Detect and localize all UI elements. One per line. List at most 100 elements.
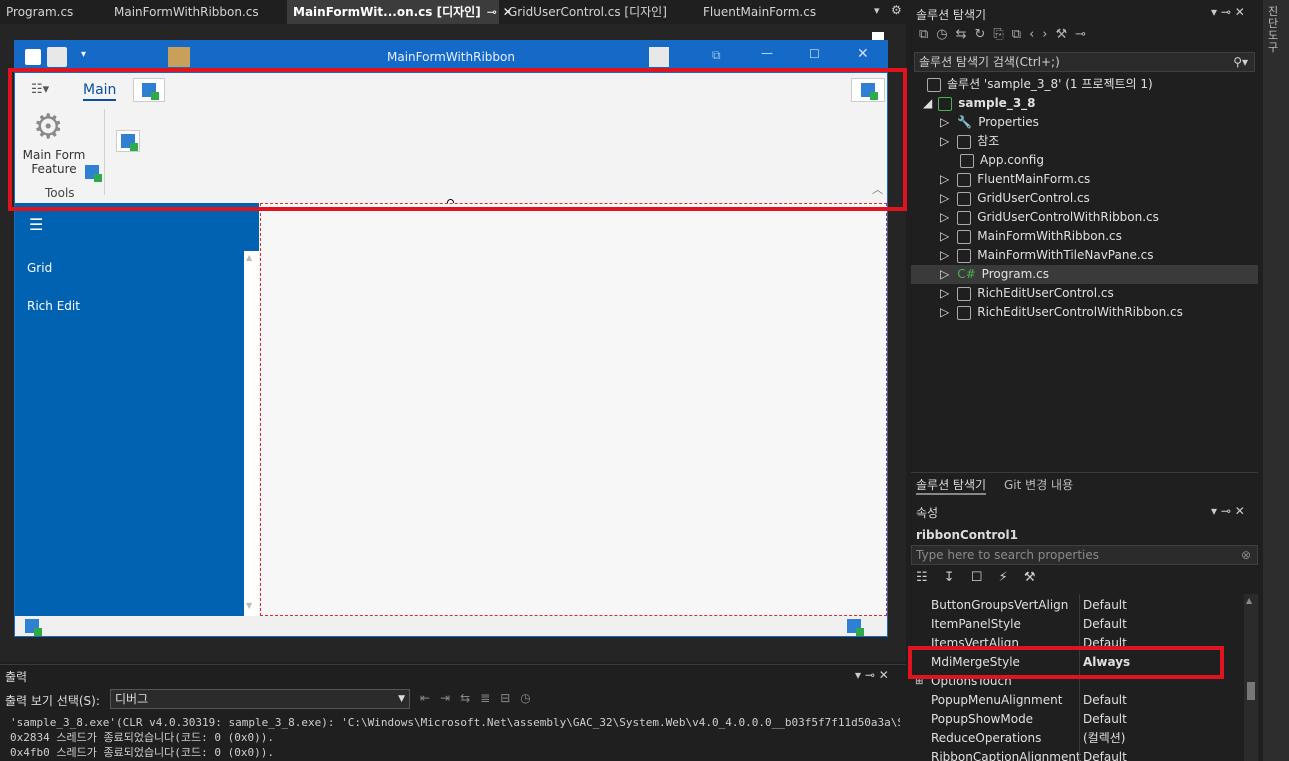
nav-item-rich-edit[interactable]: Rich Edit (27, 299, 80, 313)
expand-icon: ▷ (940, 305, 950, 319)
designer-surface: ▾ MainFormWithRibbon ⧉ — ☐ ✕ ☷▾ Main ⚙ M… (0, 24, 907, 662)
expand-icon: ▷ (940, 210, 950, 224)
properties-panel: 속성 ▾ ⊸ ✕ ribbonControl1 DevExpress.XtraB… (908, 500, 1258, 761)
restore-icon: ⧉ (712, 48, 721, 62)
tab-gridusercontrol-design[interactable]: GridUserControl.cs [디자인] (502, 0, 673, 24)
properties-title: 속성 (916, 506, 939, 520)
tree-item-gridusercontrol[interactable]: ▷ GridUserControl.cs (911, 189, 1258, 208)
settings-icon[interactable]: ⚙ (891, 3, 902, 17)
hamburger-icon[interactable]: ☰ (29, 215, 43, 234)
properties-object-select[interactable]: ribbonControl1 DevExpress.XtraBars.Ribbo… (916, 526, 1256, 560)
property-row[interactable]: PopupShowMode Default (911, 710, 1243, 729)
form-statusbar (15, 616, 887, 636)
tree-item-richeditusercontrolwithribbon[interactable]: ▷ RichEditUserControlWithRibbon.cs (911, 303, 1258, 322)
output-source-label: 출력 보기 선택(S): (5, 694, 100, 708)
expand-icon: ▷ (940, 115, 950, 129)
properties-toolbar[interactable]: ☷ ↧ ☐ ⚡ ⚒ (916, 570, 1042, 585)
property-row[interactable]: RibbonCaptionAlignment Default (911, 748, 1243, 761)
property-row[interactable]: ButtonGroupsVertAlign Default (911, 596, 1243, 615)
tree-item-properties[interactable]: ▷ 🔧 Properties (911, 113, 1258, 132)
property-row[interactable]: ItemPanelStyle Default (911, 615, 1243, 634)
tree-item-mainformwithtilenavpane[interactable]: ▷ MainFormWithTileNavPane.cs (911, 246, 1258, 265)
navigation-pane: ☰ Grid Rich Edit ▲ ▼ (15, 203, 259, 616)
content-container[interactable] (260, 203, 887, 616)
expanded-icon: ◢ (923, 96, 933, 110)
usercontrol-icon (957, 286, 972, 301)
usercontrol-icon (957, 191, 972, 206)
expand-icon: ▷ (940, 229, 950, 243)
scroll-thumb[interactable] (1247, 682, 1255, 700)
properties-search-input[interactable]: Type here to search properties ⊗ (911, 545, 1258, 565)
form-file-icon (957, 229, 972, 244)
output-toolbar-icons[interactable]: ⇤⇥⇆≣⊟◷ (420, 691, 541, 705)
scroll-down-icon[interactable]: ▼ (246, 601, 252, 610)
close-window-icon[interactable]: ✕ (857, 46, 869, 62)
add-status-icon[interactable] (25, 619, 42, 636)
highlight-ribbon-box (8, 68, 907, 211)
nav-item-grid[interactable]: Grid (27, 261, 52, 275)
highlight-mdimergestyle-box (908, 646, 1224, 679)
expand-icon: ▷ (940, 134, 950, 148)
pin-icon[interactable]: ⊸ (487, 5, 497, 19)
output-title: 출력 (5, 670, 28, 684)
side-tool-strip: 진단 도구 (1263, 0, 1289, 761)
properties-panel-controls[interactable]: ▾ ⊸ ✕ (1211, 504, 1245, 518)
tree-item-mainformwithribbon[interactable]: ▷ MainFormWithRibbon.cs (911, 227, 1258, 246)
minimize-icon[interactable]: — (761, 46, 773, 60)
tree-item-fluentmainform[interactable]: ▷ FluentMainForm.cs (911, 170, 1258, 189)
solution-toolbar[interactable]: ⧉◷⇆↻⎘⧉‹›⚒⊸ (919, 27, 1254, 49)
tree-project[interactable]: ◢ sample_3_8 (911, 94, 1258, 113)
tab-git-changes[interactable]: Git 변경 내용 (1004, 476, 1073, 493)
expand-icon: ▷ (940, 267, 950, 281)
config-file-icon (960, 153, 974, 168)
nav-scrollbar[interactable]: ▲ ▼ (244, 251, 259, 616)
tree-item-program[interactable]: ▷ C# Program.cs (911, 265, 1258, 284)
maximize-icon[interactable]: ☐ (809, 47, 820, 61)
output-panel: 출력 ▾ ⊸ ✕ 출력 보기 선택(S): 디버그 ▼ ⇤⇥⇆≣⊟◷ 'sampl… (0, 664, 906, 761)
tab-mainformwithribbon-cs[interactable]: MainFormWithRibbon.cs (108, 0, 265, 24)
solution-explorer-title: 솔루션 탐색기 (916, 8, 987, 22)
expand-icon: ▷ (940, 286, 950, 300)
scroll-up-icon[interactable]: ▲ (1246, 596, 1252, 605)
chevron-down-icon: ▼ (398, 694, 405, 704)
csharp-project-icon (938, 96, 953, 111)
solution-bottom-tabs: 솔루션 탐색기 Git 변경 내용 (911, 472, 1258, 495)
solution-search-input[interactable]: 솔루션 탐색기 검색(Ctrl+;) ⚲▾ (914, 52, 1255, 72)
property-row[interactable]: PopupMenuAlignment Default (911, 691, 1243, 710)
tab-solution-explorer[interactable]: 솔루션 탐색기 (916, 476, 987, 495)
document-tab-strip: Program.cs MainFormWithRibbon.cs MainFor… (0, 0, 906, 24)
expand-icon: ▷ (940, 191, 950, 205)
form-title: MainFormWithRibbon (387, 50, 515, 64)
tree-item-references[interactable]: ▷ 참조 (911, 132, 1258, 151)
expand-icon: ▷ (940, 248, 950, 262)
solution-icon (927, 77, 941, 92)
clear-icon[interactable]: ⊗ (1241, 546, 1251, 564)
tree-solution[interactable]: 솔루션 'sample_3_8' (1 프로젝트의 1) (911, 75, 1258, 94)
tree-item-gridusercontrolwithribbon[interactable]: ▷ GridUserControlWithRibbon.cs (911, 208, 1258, 227)
usercontrol-icon (957, 305, 972, 320)
scroll-up-icon[interactable]: ▲ (246, 253, 252, 262)
references-icon (957, 134, 972, 149)
tab-program-cs[interactable]: Program.cs (0, 0, 79, 24)
add-status-right-icon[interactable] (847, 619, 864, 636)
property-row[interactable]: ReduceOperations (컬렉션) (911, 729, 1243, 748)
property-scrollbar[interactable]: ▲ (1244, 594, 1258, 761)
form-file-icon (957, 172, 972, 187)
tree-item-app-config[interactable]: App.config (911, 151, 1258, 170)
diagnostic-tools-tab[interactable]: 진단 도구 (1268, 6, 1284, 54)
search-icon: ⚲▾ (1233, 55, 1248, 69)
tab-fluentmainform-cs[interactable]: FluentMainForm.cs (697, 0, 822, 24)
usercontrol-icon (957, 210, 972, 225)
solution-explorer: 솔루션 탐색기 ▾ ⊸ ✕ ⧉◷⇆↻⎘⧉‹›⚒⊸ 솔루션 탐색기 검색(Ctrl… (911, 0, 1258, 500)
tab-dropdown-icon[interactable]: ▾ (874, 4, 880, 17)
output-source-select[interactable]: 디버그 ▼ (110, 689, 410, 709)
tab-mainformwithribbon-design[interactable]: MainFormWit...on.cs [디자인] ⊸ ✕ (287, 0, 513, 24)
csharp-file-icon: C# (957, 267, 976, 281)
solution-panel-controls[interactable]: ▾ ⊸ ✕ (1211, 5, 1245, 19)
tree-item-richeditusercontrol[interactable]: ▷ RichEditUserControl.cs (911, 284, 1258, 303)
output-text: 'sample_3_8.exe'(CLR v4.0.30319: sample_… (10, 716, 900, 759)
panel-controls[interactable]: ▾ ⊸ ✕ (855, 668, 889, 682)
expand-icon: ▷ (940, 172, 950, 186)
title-add-icon[interactable] (649, 47, 669, 67)
wrench-icon: 🔧 (957, 115, 973, 129)
